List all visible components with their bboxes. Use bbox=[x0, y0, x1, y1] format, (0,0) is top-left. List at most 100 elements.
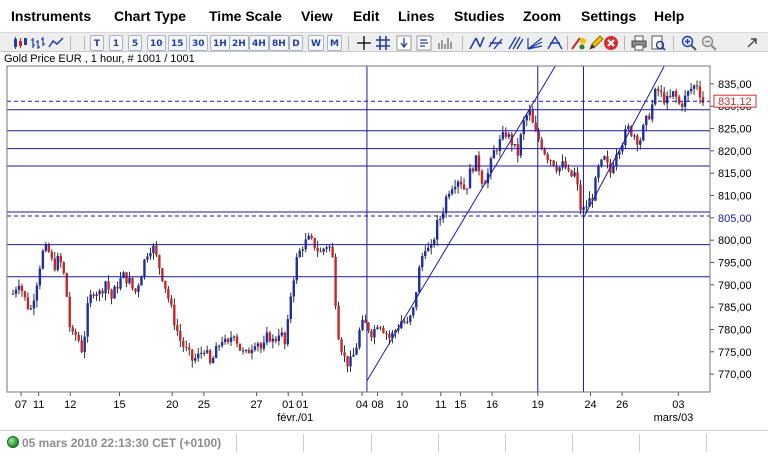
ohlc-chart-icon[interactable] bbox=[30, 35, 46, 51]
candle-body bbox=[149, 253, 152, 257]
candle-body bbox=[128, 277, 131, 284]
candlestick-series bbox=[11, 80, 705, 373]
vertical-lines[interactable] bbox=[366, 66, 584, 392]
line-color-icon[interactable] bbox=[571, 35, 587, 51]
timescale-2h-button[interactable]: 2H bbox=[229, 35, 249, 51]
candle-body bbox=[671, 91, 675, 97]
timescale-tick-button[interactable]: T bbox=[90, 35, 104, 51]
candle-body bbox=[388, 334, 391, 339]
candle-body bbox=[77, 334, 80, 341]
menu-bar: Instruments Chart Type Time Scale View E… bbox=[0, 0, 768, 32]
candle-body bbox=[659, 90, 663, 93]
menu-view[interactable]: View bbox=[301, 8, 333, 24]
menu-time-scale[interactable]: Time Scale bbox=[209, 8, 282, 24]
candle-body bbox=[516, 144, 520, 156]
horizontal-lines[interactable] bbox=[7, 100, 710, 278]
candle-body bbox=[74, 331, 77, 335]
y-tick-label: 825,00 bbox=[718, 124, 752, 136]
timescale-day-button[interactable]: D bbox=[289, 35, 303, 51]
candle-body bbox=[522, 120, 525, 135]
candle-body bbox=[546, 154, 549, 161]
timescale-30m-button[interactable]: 30 bbox=[189, 35, 208, 51]
timescale-week-button[interactable]: W bbox=[308, 35, 324, 51]
candle-body bbox=[612, 165, 615, 173]
detach-window-icon[interactable] bbox=[744, 35, 760, 51]
candle-body bbox=[208, 350, 212, 364]
parallel-lines-icon[interactable] bbox=[508, 35, 524, 51]
zoom-in-icon[interactable] bbox=[681, 35, 697, 51]
grid-icon[interactable] bbox=[375, 35, 391, 51]
pencil-icon[interactable] bbox=[588, 35, 604, 51]
candle-body bbox=[677, 96, 681, 104]
candle-body bbox=[95, 294, 98, 297]
timescale-10m-button[interactable]: 10 bbox=[147, 35, 166, 51]
timescale-1m-button[interactable]: 1 bbox=[109, 35, 123, 51]
menu-settings[interactable]: Settings bbox=[581, 8, 636, 24]
timescale-4h-button[interactable]: 4H bbox=[249, 35, 269, 51]
shift-chart-icon[interactable] bbox=[416, 35, 432, 51]
timescale-15m-button[interactable]: 15 bbox=[168, 35, 187, 51]
candle-body bbox=[32, 300, 36, 309]
candle-body bbox=[579, 184, 582, 211]
candle-body bbox=[427, 247, 430, 252]
x-axis: 07 11 12 15 20 25 27 01 01 04 08 10 11 15 16 19 24 26 03 fé… bbox=[15, 392, 693, 424]
candle-body bbox=[695, 85, 699, 87]
candle-body bbox=[146, 256, 149, 260]
menu-chart-type[interactable]: Chart Type bbox=[114, 8, 186, 24]
candle-body bbox=[403, 321, 406, 323]
print-icon[interactable] bbox=[631, 35, 647, 51]
candle-body bbox=[406, 321, 409, 323]
menu-edit[interactable]: Edit bbox=[353, 8, 379, 24]
candle-body bbox=[349, 356, 352, 367]
trend-lines[interactable] bbox=[366, 65, 665, 382]
candle-body bbox=[519, 134, 523, 156]
trendline-icon[interactable] bbox=[469, 35, 485, 51]
candle-body bbox=[549, 160, 552, 162]
timescale-month-button[interactable]: M bbox=[327, 35, 342, 51]
candle-body bbox=[683, 95, 687, 107]
candle-body bbox=[202, 352, 206, 354]
candle-body bbox=[665, 95, 669, 104]
candle-body bbox=[101, 290, 104, 294]
candle-body bbox=[409, 315, 412, 322]
menu-instruments[interactable]: Instruments bbox=[11, 8, 91, 24]
crosshair-icon[interactable] bbox=[356, 35, 372, 51]
menu-zoom[interactable]: Zoom bbox=[523, 8, 561, 24]
status-datetime: 05 mars 2010 22:13:30 CET (+0100) bbox=[22, 436, 222, 450]
x-tick-label: 04 bbox=[356, 399, 368, 411]
price-chart[interactable]: 835,00830,00825,00820,00815,00810,00805,… bbox=[0, 64, 768, 430]
candle-body bbox=[639, 140, 642, 145]
channel-line-icon[interactable] bbox=[488, 35, 504, 51]
x-tick-label: 07 bbox=[15, 399, 27, 411]
menu-help[interactable]: Help bbox=[654, 8, 684, 24]
candlestick-chart-icon[interactable] bbox=[12, 35, 28, 51]
candle-body bbox=[364, 319, 367, 323]
candle-body bbox=[244, 350, 248, 352]
delete-lines-icon[interactable] bbox=[603, 35, 619, 51]
timescale-5m-button[interactable]: 5 bbox=[128, 35, 142, 51]
gann-lines-icon[interactable] bbox=[547, 35, 563, 51]
menu-lines[interactable]: Lines bbox=[398, 8, 435, 24]
candle-body bbox=[498, 139, 502, 152]
candle-body bbox=[680, 103, 684, 107]
print-preview-icon[interactable] bbox=[650, 35, 666, 51]
candle-body bbox=[170, 298, 173, 305]
menu-studies[interactable]: Studies bbox=[454, 8, 505, 24]
candle-body bbox=[450, 189, 454, 194]
candle-body bbox=[507, 134, 511, 137]
volume-bars-icon[interactable] bbox=[437, 35, 453, 51]
fibonacci-fan-icon[interactable] bbox=[527, 35, 543, 51]
cursor-info-icon[interactable] bbox=[396, 35, 412, 51]
candle-body bbox=[379, 327, 382, 329]
candle-body bbox=[313, 237, 316, 248]
candle-body bbox=[340, 339, 343, 353]
candle-body bbox=[477, 155, 481, 172]
timescale-8h-button[interactable]: 8H bbox=[269, 35, 289, 51]
timescale-1h-button[interactable]: 1H bbox=[210, 35, 230, 51]
candle-body bbox=[698, 86, 702, 98]
candle-body bbox=[471, 168, 475, 172]
zoom-out-icon[interactable] bbox=[701, 35, 717, 51]
candle-body bbox=[600, 159, 603, 167]
candle-body bbox=[110, 289, 113, 299]
line-chart-icon[interactable] bbox=[48, 35, 64, 51]
